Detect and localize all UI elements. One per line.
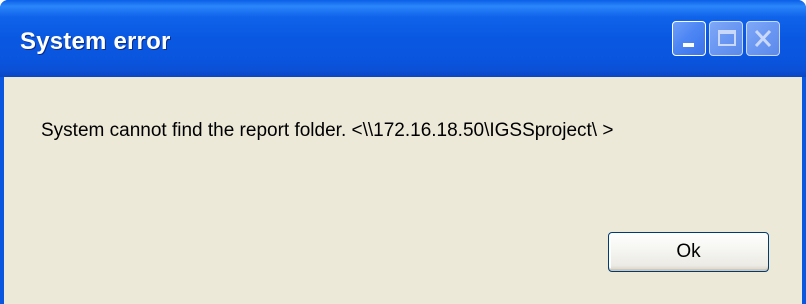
dialog-body: System cannot find the report folder. <\… [4,77,802,304]
error-message: System cannot find the report folder. <\… [41,120,614,141]
close-button[interactable] [746,21,780,56]
close-icon [754,29,772,48]
minimize-icon [683,43,694,47]
maximize-button[interactable] [709,21,743,56]
error-dialog-window: System error System cannot find the repo… [0,0,806,304]
window-title: System error [20,28,171,55]
title-bar[interactable]: System error [0,0,806,77]
minimize-button[interactable] [672,21,706,56]
maximize-icon [718,30,736,46]
ok-button[interactable]: Ok [608,232,769,272]
